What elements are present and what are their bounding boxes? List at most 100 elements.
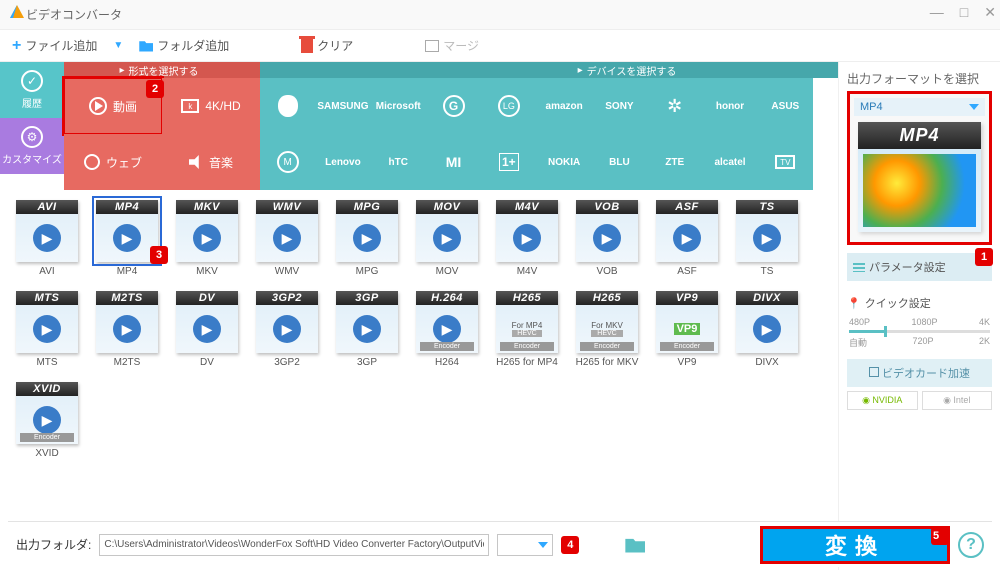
- format-3gp2[interactable]: 3GP2▶3GP2: [252, 291, 322, 368]
- add-folder-button[interactable]: フォルダ追加: [139, 37, 229, 54]
- format-divx[interactable]: DIVX▶ DIVX: [732, 291, 802, 368]
- brand-sony[interactable]: SONY: [592, 78, 647, 134]
- format-label: MOV: [436, 266, 459, 277]
- format-h265-for-mkv[interactable]: H265For MKVHEVCEncoderH265 for MKV: [572, 291, 642, 368]
- resolution-slider[interactable]: [849, 330, 990, 333]
- format-label: H265 for MP4: [496, 357, 558, 368]
- format-mpg[interactable]: MPG▶MPG: [332, 200, 402, 277]
- category-audio[interactable]: 音楽: [162, 134, 260, 190]
- format-label: WMV: [275, 266, 299, 277]
- format-vp9[interactable]: VP9VP9EncoderVP9: [652, 291, 722, 368]
- format-label: MKV: [196, 266, 218, 277]
- brand-label: Lenovo: [325, 157, 361, 168]
- format-dv[interactable]: DV▶DV: [172, 291, 242, 368]
- brand-alcatel[interactable]: alcatel: [702, 134, 757, 190]
- format-xvid[interactable]: XVID▶EncoderXVID: [12, 382, 82, 459]
- intel-button[interactable]: ◉ Intel: [922, 391, 993, 410]
- clear-button[interactable]: クリア: [301, 37, 353, 54]
- brand-blu[interactable]: BLU: [592, 134, 647, 190]
- brand-moto[interactable]: M: [260, 134, 315, 190]
- format-avi[interactable]: AVI▶AVI: [12, 200, 82, 277]
- help-button[interactable]: ?: [958, 532, 984, 558]
- format-tag: DV: [176, 291, 238, 305]
- category-4k[interactable]: k 4K/HD: [162, 78, 260, 134]
- format-grid-area: AVI▶AVIMP4▶MP43MKV▶MKVWMV▶WMVMPG▶MPGMOV▶…: [0, 190, 820, 510]
- format-label: TS: [761, 266, 774, 277]
- brand-g[interactable]: G: [426, 78, 481, 134]
- brand-apple[interactable]: [260, 78, 315, 134]
- customize-label: カスタマイズ: [2, 151, 62, 166]
- brand-zte[interactable]: ZTE: [647, 134, 702, 190]
- format-mkv[interactable]: MKV▶MKV: [172, 200, 242, 277]
- format-h264[interactable]: H.264▶EncoderH264: [412, 291, 482, 368]
- format-tag: 3GP: [336, 291, 398, 305]
- brand-microsoft[interactable]: Microsoft: [371, 78, 426, 134]
- format-label: VOB: [596, 266, 617, 277]
- brand-label: NOKIA: [548, 157, 580, 168]
- brand-tv[interactable]: TV: [758, 134, 813, 190]
- brand-huawei[interactable]: ✲: [647, 78, 702, 134]
- brand-lg[interactable]: LG: [481, 78, 536, 134]
- format-thumb: M2TS▶: [96, 291, 158, 353]
- format-asf[interactable]: ASF▶ASF: [652, 200, 722, 277]
- format-m2ts[interactable]: M2TS▶M2TS: [92, 291, 162, 368]
- format-thumb: H265For MP4HEVCEncoder: [496, 291, 558, 353]
- brand-label: honor: [716, 101, 744, 112]
- brand-mi[interactable]: MI: [426, 134, 481, 190]
- nvidia-button[interactable]: ◉ NVIDIA: [847, 391, 918, 410]
- format-ts[interactable]: TS▶TS: [732, 200, 802, 277]
- tv-icon: TV: [775, 155, 795, 169]
- history-button[interactable]: ✓ 履歴: [0, 62, 64, 118]
- format-preview[interactable]: MP4 MP4 1: [847, 91, 992, 245]
- format-wmv[interactable]: WMV▶WMV: [252, 200, 322, 277]
- resolution-labels-bottom: 自動720P2K: [847, 336, 992, 349]
- convert-button[interactable]: 変換 5: [760, 526, 950, 564]
- close-button[interactable]: ✕: [984, 4, 996, 21]
- format-tag: 3GP2: [256, 291, 318, 305]
- brand-lenovo[interactable]: Lenovo: [315, 134, 370, 190]
- format-tag: H265: [496, 291, 558, 305]
- open-folder-button[interactable]: [625, 537, 645, 553]
- format-mts[interactable]: MTS ▶ MTS: [12, 291, 82, 368]
- format-vob[interactable]: VOB▶VOB: [572, 200, 642, 277]
- add-file-button[interactable]: + ファイル追加: [12, 37, 97, 55]
- format-dropdown-icon[interactable]: [969, 104, 979, 110]
- maximize-button[interactable]: □: [960, 4, 968, 21]
- output-folder-dropdown[interactable]: [497, 534, 553, 556]
- category-web[interactable]: ウェブ: [64, 134, 162, 190]
- format-3gp[interactable]: 3GP ▶ 3GP: [332, 291, 402, 368]
- clear-label: クリア: [317, 37, 353, 54]
- format-tag: MTS: [16, 291, 78, 305]
- brand-nokia[interactable]: NOKIA: [536, 134, 591, 190]
- brand-honor[interactable]: honor: [702, 78, 757, 134]
- brand-oneplus[interactable]: 1+: [481, 134, 536, 190]
- gpu-accel-button[interactable]: ビデオカード加速: [847, 359, 992, 387]
- format-label: 3GP2: [274, 357, 300, 368]
- format-thumb: DIVX▶: [736, 291, 798, 353]
- parameter-settings-button[interactable]: パラメータ設定: [847, 253, 992, 281]
- format-tag: MPG: [336, 200, 398, 214]
- format-tag: MOV: [416, 200, 478, 214]
- format-h265-for-mp4[interactable]: H265For MP4HEVCEncoder H265 for MP4: [492, 291, 562, 368]
- format-glyph-icon: ▶: [33, 315, 61, 343]
- format-glyph-icon: ▶: [273, 224, 301, 252]
- format-glyph-icon: ▶: [353, 315, 381, 343]
- format-tag: XVID: [16, 382, 78, 396]
- format-m4v[interactable]: M4V▶M4V: [492, 200, 562, 277]
- output-folder-input[interactable]: [99, 534, 489, 556]
- brand-asus[interactable]: ASUS: [758, 78, 813, 134]
- format-label: DIVX: [755, 357, 778, 368]
- category-video[interactable]: 動画 2: [64, 78, 162, 134]
- format-label: MTS: [36, 357, 57, 368]
- format-glyph-icon: ▶: [193, 224, 221, 252]
- brand-htc[interactable]: hTC: [371, 134, 426, 190]
- customize-button[interactable]: ⚙ カスタマイズ: [0, 118, 64, 174]
- brand-samsung[interactable]: SAMSUNG: [315, 78, 370, 134]
- merge-button[interactable]: マージ: [425, 37, 479, 54]
- format-label: 3GP: [357, 357, 377, 368]
- brand-amazon[interactable]: amazon: [536, 78, 591, 134]
- format-mp4[interactable]: MP4▶MP43: [92, 200, 162, 277]
- minimize-button[interactable]: —: [930, 4, 944, 21]
- format-mov[interactable]: MOV▶MOV: [412, 200, 482, 277]
- add-file-dropdown[interactable]: ▼: [113, 40, 123, 51]
